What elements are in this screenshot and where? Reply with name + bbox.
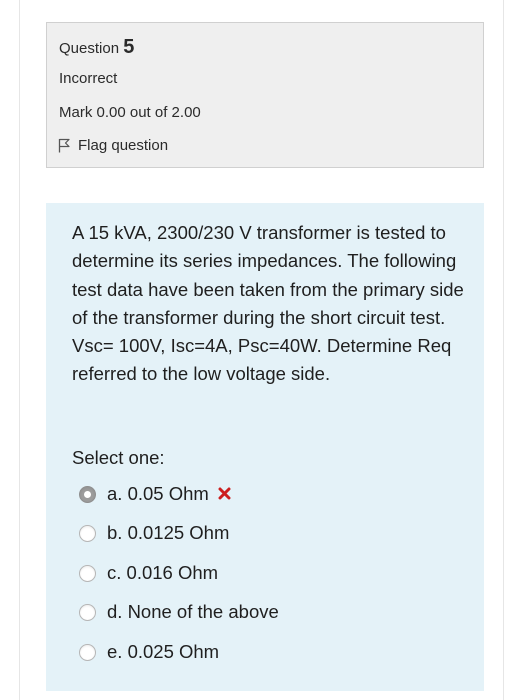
question-text: A 15 kVA, 2300/230 V transformer is test…: [72, 222, 464, 385]
question-content: A 15 kVA, 2300/230 V transformer is test…: [46, 203, 484, 691]
answer-label-a: a. 0.05 Ohm: [107, 483, 209, 504]
answer-option-e[interactable]: e. 0.025 Ohm: [79, 641, 219, 663]
question-number: 5: [123, 36, 135, 58]
answer-option-b[interactable]: b. 0.0125 Ohm: [79, 522, 229, 544]
flag-question-label: Flag question: [78, 137, 169, 154]
radio-b[interactable]: [79, 524, 96, 542]
answer-option-a[interactable]: a. 0.05 Ohm: [79, 483, 231, 505]
question-state: Incorrect: [59, 70, 118, 87]
question-info-panel: Question 5 Incorrect Mark 0.00 out of 2.…: [46, 22, 484, 168]
flag-question-link[interactable]: Flag question: [58, 137, 168, 154]
answer-label-d: d. None of the above: [107, 601, 279, 622]
answer-label-b: b. 0.0125 Ohm: [107, 522, 230, 543]
select-prompt: Select one:: [72, 447, 165, 468]
question-label: Question: [59, 40, 120, 57]
flag-icon: [58, 138, 70, 153]
question-grade: Mark 0.00 out of 2.00: [59, 104, 201, 121]
answer-label-c: c. 0.016 Ohm: [107, 562, 219, 583]
answer-option-c[interactable]: c. 0.016 Ohm: [79, 562, 218, 584]
radio-d[interactable]: [79, 603, 96, 621]
incorrect-icon: [218, 483, 231, 505]
radio-e[interactable]: [79, 643, 96, 661]
answer-label-e: e. 0.025 Ohm: [107, 641, 220, 662]
radio-c[interactable]: [79, 564, 96, 582]
question-title: Question 5: [59, 36, 134, 59]
radio-a[interactable]: [79, 485, 96, 503]
answer-option-d[interactable]: d. None of the above: [79, 601, 279, 623]
